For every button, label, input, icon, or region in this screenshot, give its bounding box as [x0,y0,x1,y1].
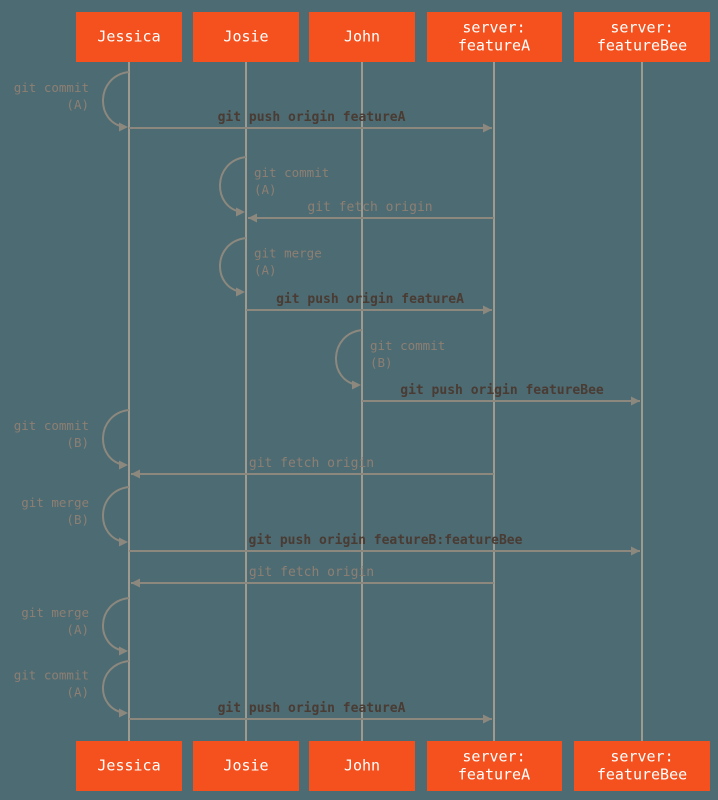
actor-box-jessica-bottom[interactable]: Jessica [76,741,182,791]
actor-label-server_featurea: featureA [458,766,530,784]
actor-label-john: John [344,28,380,46]
self-message-label: (B) [66,512,89,527]
message-label: git push origin featureA [218,701,406,716]
actor-box-josie-top[interactable]: Josie [193,12,299,62]
self-message-label: (A) [66,622,89,637]
self-message-label: (B) [66,435,89,450]
actor-box-john-top[interactable]: John [309,12,415,62]
actor-label-jessica: Jessica [97,757,160,775]
actor-box-john-bottom[interactable]: John [309,741,415,791]
self-message-label: git merge [21,495,89,510]
actor-box-josie-bottom[interactable]: Josie [193,741,299,791]
actor-label-server_featurebee: server: [610,748,673,766]
actor-label-josie: Josie [223,757,268,775]
self-message-label: (A) [254,182,277,197]
message-label: git push origin featureA [276,292,464,307]
actor-label-server_featurebee: featureBee [597,766,687,784]
message-label: git fetch origin [249,565,374,580]
sequence-diagram-svg: git commit (A) git push origin featureA git… [0,0,718,800]
actor-box-server_featurebee-top[interactable]: server:featureBee [574,12,710,62]
self-message-label: git commit [14,80,89,95]
message-label: git push origin featureA [218,110,406,125]
message-label: git fetch origin [249,456,374,471]
self-message-label: git commit [254,165,329,180]
actor-label-john: John [344,757,380,775]
actor-box-jessica-top[interactable]: Jessica [76,12,182,62]
self-message-label: (B) [370,355,393,370]
actor-label-jessica: Jessica [97,28,160,46]
self-message-label: (A) [254,263,277,278]
actor-label-server_featurea: server: [462,19,525,37]
actor-label-server_featurea: featureA [458,37,530,55]
self-message-label: git commit [14,418,89,433]
self-message-label: (A) [66,97,89,112]
actor-box-server_featurebee-bottom[interactable]: server:featureBee [574,741,710,791]
message-label: git push origin featureBee [400,383,604,398]
message-label: git fetch origin [307,200,432,215]
message-label: git push origin featureB:featureBee [249,533,523,548]
self-message-label: git merge [254,246,322,261]
self-message-label: (A) [66,685,89,700]
actor-box-server_featurea-bottom[interactable]: server:featureA [427,741,562,791]
actor-label-server_featurebee: featureBee [597,37,687,55]
actor-label-server_featurea: server: [462,748,525,766]
self-message-label: git commit [370,338,445,353]
self-message-label: git commit [14,668,89,683]
actor-box-server_featurea-top[interactable]: server:featureA [427,12,562,62]
self-message-label: git merge [21,605,89,620]
sequence-diagram-canvas: git commit (A) git push origin featureA git… [0,0,718,800]
actor-label-server_featurebee: server: [610,19,673,37]
actor-label-josie: Josie [223,28,268,46]
